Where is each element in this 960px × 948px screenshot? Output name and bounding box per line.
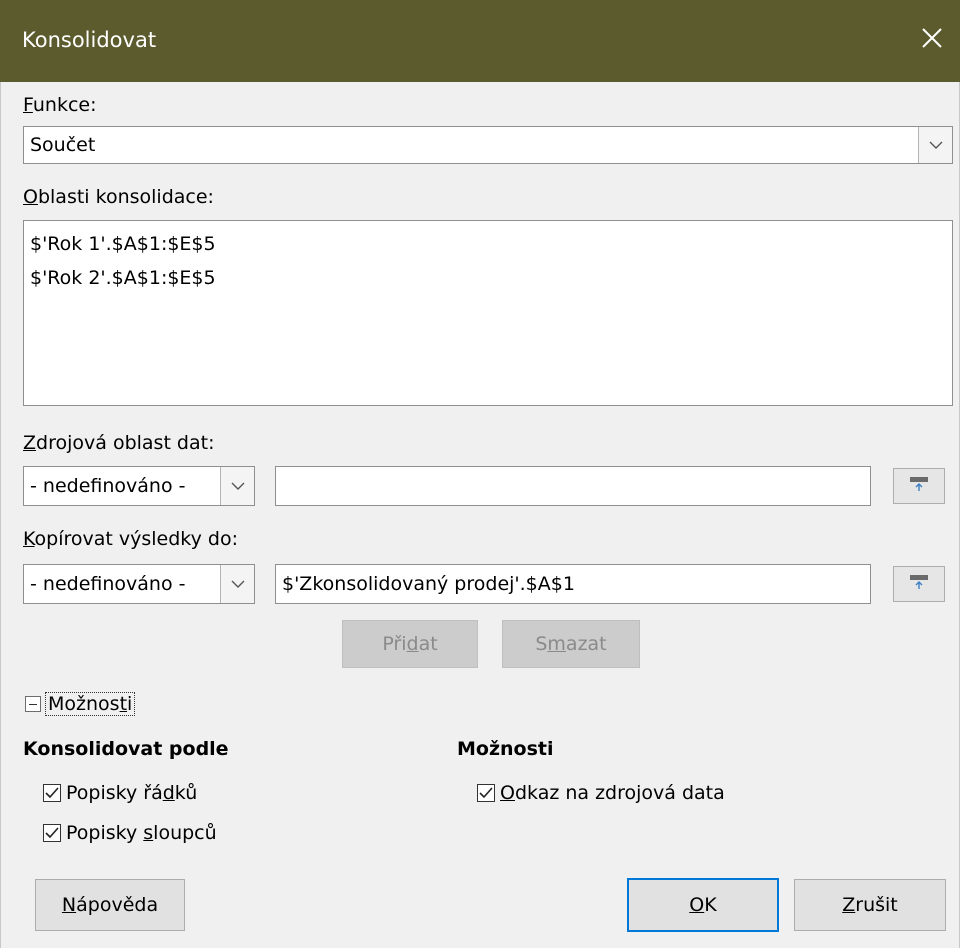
close-icon[interactable]: [918, 24, 946, 52]
options-expander-label: Možnosti: [45, 692, 136, 716]
column-labels-checkbox[interactable]: Popisky sloupců: [43, 822, 217, 844]
dest-range-value: $'Zkonsolidovaný prodej'.$A$1: [282, 573, 575, 595]
dest-combo-value: - nedefinováno -: [30, 573, 186, 595]
source-range-input[interactable]: [275, 466, 871, 506]
window-title: Konsolidovat: [22, 28, 157, 52]
source-shrink-button[interactable]: [893, 468, 945, 504]
collapse-icon[interactable]: [25, 696, 41, 712]
link-source-checkbox[interactable]: Odkaz na zdrojová data: [477, 782, 725, 804]
row-labels-label: Popisky řádků: [66, 782, 198, 804]
ranges-label: Oblasti konsolidace:: [23, 186, 214, 208]
column-labels-label: Popisky sloupců: [66, 822, 217, 844]
list-item[interactable]: $'Rok 1'.$A$1:$E$5: [30, 233, 216, 255]
checkmark-icon[interactable]: [43, 784, 61, 802]
shrink-icon: [909, 573, 929, 595]
source-combo-value: - nedefinováno -: [30, 475, 186, 497]
dest-shrink-button[interactable]: [893, 566, 945, 602]
delete-button[interactable]: Sm azat: [502, 620, 640, 668]
chevron-down-icon[interactable]: [918, 127, 952, 163]
source-range-select[interactable]: - nedefinováno -: [23, 466, 255, 506]
chevron-down-icon[interactable]: [220, 467, 254, 505]
ok-button[interactable]: OK: [627, 878, 779, 932]
shrink-icon: [909, 475, 929, 497]
options-expander[interactable]: Možnosti: [25, 692, 136, 716]
function-value: Součet: [30, 134, 96, 156]
dest-range-select[interactable]: - nedefinováno -: [23, 564, 255, 604]
dest-label: Kopírovat výsledky do:: [23, 528, 238, 550]
help-button[interactable]: Nápověda: [35, 879, 185, 931]
function-label: Funkce:: [23, 94, 97, 116]
dest-range-input[interactable]: $'Zkonsolidovaný prodej'.$A$1: [275, 564, 871, 604]
add-button[interactable]: Při d at: [342, 620, 478, 668]
consolidate-dialog: Funkce: Součet Oblasti konsolidace: $'Ro…: [0, 82, 960, 948]
checkmark-icon[interactable]: [477, 784, 495, 802]
title-bar: Konsolidovat: [0, 0, 960, 82]
list-item[interactable]: $'Rok 2'.$A$1:$E$5: [30, 267, 216, 289]
cancel-button[interactable]: Zrušit: [794, 879, 946, 931]
chevron-down-icon[interactable]: [220, 565, 254, 603]
row-labels-checkbox[interactable]: Popisky řádků: [43, 782, 197, 804]
function-select[interactable]: Součet: [23, 126, 953, 164]
options-heading: Možnosti: [457, 738, 554, 760]
ranges-list[interactable]: $'Rok 1'.$A$1:$E$5 $'Rok 2'.$A$1:$E$5: [23, 220, 953, 406]
consolidate-by-heading: Konsolidovat podle: [23, 738, 229, 760]
source-label: Zdrojová oblast dat:: [23, 432, 215, 454]
checkmark-icon[interactable]: [43, 824, 61, 842]
link-source-label: Odkaz na zdrojová data: [500, 782, 725, 804]
